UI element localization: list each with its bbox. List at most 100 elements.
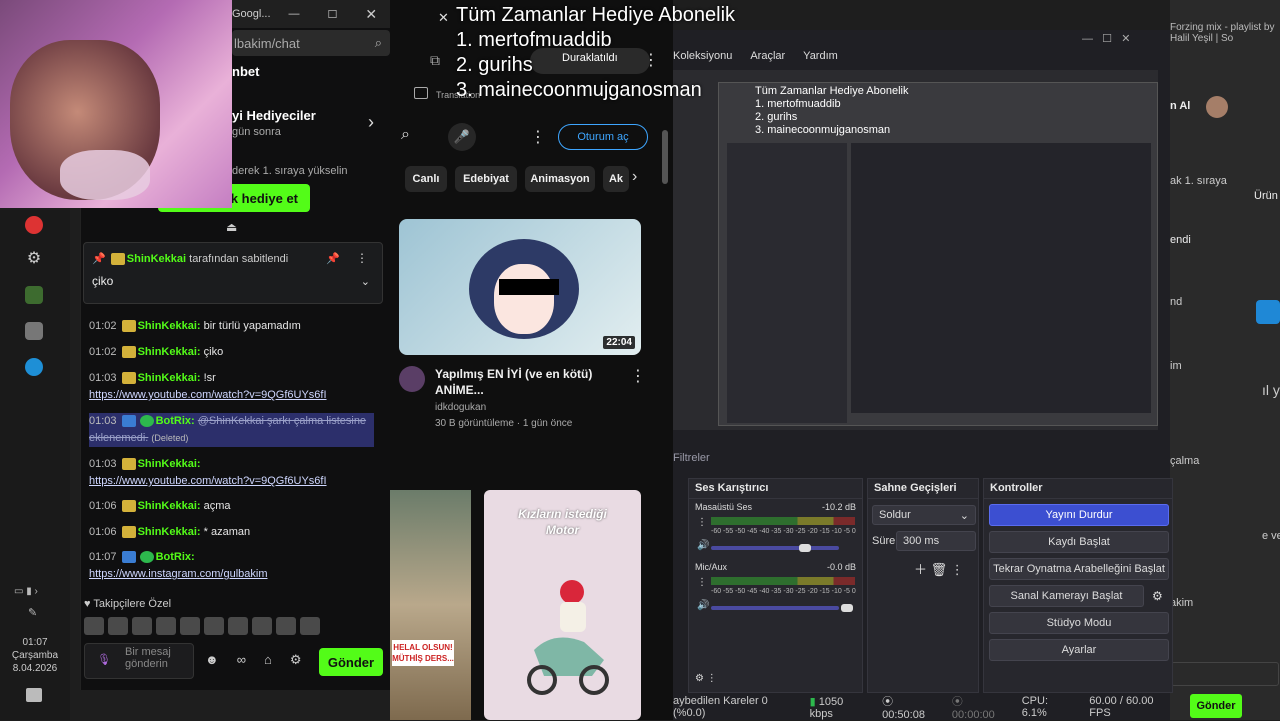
studio-mode-button[interactable]: Stüdyo Modu [989,612,1169,634]
desktop-volume-slider[interactable] [711,546,839,550]
more-icon[interactable]: ⋮ [697,517,707,528]
store-icon[interactable]: ⌂ [264,652,272,668]
signin-button[interactable]: Oturum aç [558,124,648,150]
video-title[interactable]: Yapılmış EN İYİ (ve en kötü) ANİME... [435,366,625,398]
youtube-link[interactable]: https://www.youtube.com/watch?v=9QGf6UYs… [89,389,327,401]
tab-title[interactable]: Googl... [232,8,271,20]
emote[interactable] [300,617,320,635]
emote[interactable] [108,617,128,635]
mixer-settings-icon[interactable]: ⚙ ⋮ [695,673,717,684]
avatar[interactable] [1206,96,1228,118]
search-icon[interactable]: ⌕ [401,126,410,144]
emote[interactable] [204,617,224,635]
top-gifters-title[interactable]: yi Hediyeciler [232,108,316,123]
scrollbar[interactable] [662,130,668,184]
emote[interactable] [156,617,176,635]
filters-label[interactable]: Filtreler [673,452,710,464]
video-thumbnail[interactable]: 22:04 [399,219,641,355]
tab-title-fragment[interactable]: Forzing mix - playlist by Halil Yeşil | … [1170,22,1280,44]
more-icon[interactable]: ⋮ [697,577,707,588]
duration-input[interactable]: 300 ms [896,531,976,551]
desktop-volume-knob[interactable] [799,544,811,552]
chat-message[interactable]: 01:06 ShinKekkai: * azaman [89,524,374,541]
maximize-icon[interactable]: ☐ [328,8,338,21]
channel-name[interactable]: idkdogukan [435,402,486,413]
transition-select[interactable]: Soldur ⌄ [872,505,976,525]
mic-icon[interactable]: 🎤 [448,123,476,151]
send-button[interactable]: Gönder [319,648,383,676]
more-icon[interactable]: ⋮ [356,251,368,265]
chevron-right-icon[interactable]: › [368,112,374,133]
pen-icon[interactable]: ✎ [28,606,37,619]
emote-row [84,617,320,635]
menu-tools[interactable]: Araçlar [750,50,785,70]
chat-message[interactable]: 01:02 ShinKekkai: bir türlü yapamadım [89,318,374,335]
channel-avatar[interactable] [399,366,425,392]
settings-icon[interactable]: ⚙ [290,652,302,668]
minimize-icon[interactable]: — [289,8,300,20]
mic-volume-knob[interactable] [841,604,853,612]
chip-animation[interactable]: Animasyon [525,166,595,192]
pin-icon[interactable]: 📌 [326,252,340,265]
emote[interactable] [228,617,248,635]
right-chat-input[interactable] [1171,662,1279,686]
speaker-icon[interactable]: 🔊 [697,540,709,551]
short-thumbnail-1[interactable]: HELAL OLSUN! MÜTHİŞ DERS... [390,490,471,720]
folder-icon[interactable] [414,87,428,99]
notification-icon[interactable] [26,688,42,702]
chat-message[interactable]: 01:03 ShinKekkai: !sr https://www.youtub… [89,370,374,404]
chat-message-deleted[interactable]: 01:03 BotRix: @ShinKekkai şarkı çalma li… [89,413,374,447]
menu-help[interactable]: Yardım [803,50,838,70]
settings-button[interactable]: Ayarlar [989,639,1169,661]
transition-toolbar[interactable]: ＋ 🗑 ⋮ [914,559,964,578]
gear-icon[interactable]: ⚙ [25,250,43,268]
image-app-icon[interactable] [25,286,43,304]
replay-buffer-button[interactable]: Tekrar Oynatma Arabelleğini Başlat [989,558,1169,580]
trash-icon[interactable] [25,322,43,340]
chat-input[interactable]: 🎙 Bir mesaj gönderin [84,643,194,679]
window-controls[interactable]: — ☐ ✕ [1082,32,1130,45]
right-send-button[interactable]: Gönder [1190,694,1242,718]
chat-message[interactable]: 01:07 BotRix: https://www.instagram.com/… [89,549,374,583]
tray-icons[interactable]: ▭ ▮ › [14,586,38,597]
emote[interactable] [276,617,296,635]
mic-volume-slider[interactable] [711,606,839,610]
emote[interactable] [252,617,272,635]
infinity-icon[interactable]: ∞ [237,652,246,668]
short-thumbnail-2[interactable]: Kızların istediği Motor [484,490,641,720]
speaker-icon[interactable]: 🔊 [697,600,709,611]
chevron-right-icon[interactable]: › [632,168,637,186]
chat-message[interactable]: 01:03 ShinKekkai: https://www.youtube.co… [89,456,374,490]
virtual-camera-button[interactable]: Sanal Kamerayı Başlat [989,585,1144,607]
chat-message[interactable]: 01:06 ShinKekkai: açma [89,498,374,515]
instagram-link[interactable]: https://www.instagram.com/gulbakim [89,568,268,580]
stop-stream-button[interactable]: Yayını Durdur [989,504,1169,526]
chat-message[interactable]: 01:02 ShinKekkai: çiko [89,344,374,361]
obs-preview[interactable]: Tüm Zamanlar Hediye Abonelik 1. mertofmu… [673,70,1158,430]
close-icon[interactable]: ✕ [365,6,377,23]
emote[interactable] [84,617,104,635]
gear-icon[interactable]: ⚙ [1152,589,1163,603]
cast-icon[interactable]: ⧉ [430,52,440,69]
youtube-link[interactable]: https://www.youtube.com/watch?v=9QGf6UYs… [89,475,327,487]
chip-literature[interactable]: Edebiyat [455,166,517,192]
emote[interactable] [180,617,200,635]
taskbar-clock[interactable]: 01:07 Çarşamba 8.04.2026 [0,636,70,675]
more-icon[interactable]: ⋮ [630,366,646,386]
edge-icon[interactable] [25,358,43,376]
emote[interactable] [132,617,152,635]
emote-picker-icon[interactable]: ☻ [205,652,219,668]
address-bar[interactable]: lbakim/chat ⌕ [232,30,390,56]
app-icon-red[interactable] [25,216,43,234]
start-recording-button[interactable]: Kaydı Başlat [989,531,1169,553]
mic-icon[interactable]: 🎙 [97,654,111,666]
chevron-down-icon[interactable]: ⌄ [361,275,370,288]
chip-more[interactable]: Ak [603,166,629,192]
pinned-message[interactable]: 📌 ShinKekkai tarafından sabitlendi 📌 ⋮ ç… [83,242,383,304]
app-icon[interactable] [1256,300,1280,324]
more-icon[interactable]: ⋮ [530,127,546,147]
collapse-icon[interactable]: ⏏ [226,220,237,234]
close-icon[interactable]: ✕ [438,10,449,26]
search-icon[interactable]: ⌕ [375,35,382,51]
chip-live[interactable]: Canlı [405,166,447,192]
